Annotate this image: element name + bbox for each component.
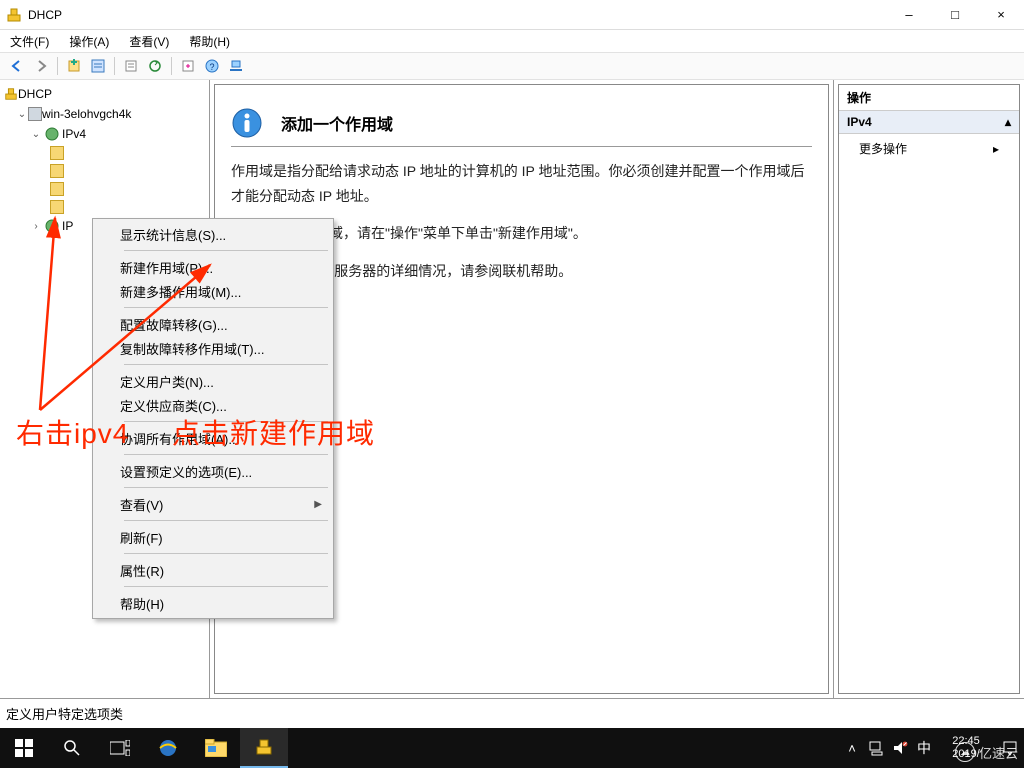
window-title: DHCP bbox=[28, 8, 62, 22]
actions-more[interactable]: 更多操作 ▸ bbox=[839, 134, 1019, 163]
cm-properties[interactable]: 属性(R) bbox=[96, 558, 330, 582]
titlebar: DHCP – □ × bbox=[0, 0, 1024, 30]
tree-leaf[interactable] bbox=[50, 198, 207, 216]
taskview-button[interactable] bbox=[96, 728, 144, 768]
tree-leaf[interactable] bbox=[50, 162, 207, 180]
folder-icon bbox=[50, 164, 64, 178]
tray-network[interactable] bbox=[864, 728, 888, 768]
cm-help[interactable]: 帮助(H) bbox=[96, 591, 330, 615]
export-button[interactable] bbox=[177, 55, 199, 77]
search-button[interactable] bbox=[48, 728, 96, 768]
tree-ipv4[interactable]: ⌄ IPv4 bbox=[2, 124, 207, 144]
content-p1: 作用域是指分配给请求动态 IP 地址的计算机的 IP 地址范围。你必须创建并配置… bbox=[231, 159, 812, 209]
refresh-button[interactable] bbox=[144, 55, 166, 77]
annotation-text-1: 右击ipv4 bbox=[16, 412, 129, 452]
toolbar: ? bbox=[0, 52, 1024, 80]
statusbar-text: 定义用户特定选项类 bbox=[6, 704, 123, 723]
forward-button[interactable] bbox=[30, 55, 52, 77]
annotation-text-2: 点击新建作用域 bbox=[172, 412, 375, 452]
info-icon bbox=[231, 107, 263, 139]
tree-ipv6-label: IP bbox=[62, 219, 73, 233]
network-button[interactable] bbox=[225, 55, 247, 77]
close-button[interactable]: × bbox=[978, 0, 1024, 30]
minimize-button[interactable]: – bbox=[886, 0, 932, 30]
windows-icon bbox=[15, 739, 33, 757]
explorer-icon bbox=[205, 739, 227, 757]
menu-view[interactable]: 查看(V) bbox=[125, 31, 173, 52]
cm-define-user-class[interactable]: 定义用户类(N)... bbox=[96, 369, 330, 393]
dhcp-icon bbox=[254, 737, 274, 757]
list-button[interactable] bbox=[87, 55, 109, 77]
tree-root[interactable]: DHCP bbox=[2, 84, 207, 104]
tree-server-label: win-3elohvgch4k bbox=[42, 107, 131, 121]
menu-help[interactable]: 帮助(H) bbox=[185, 31, 234, 52]
ipv6-icon bbox=[45, 219, 59, 233]
actions-pane-header[interactable]: IPv4 ▴ bbox=[839, 111, 1019, 134]
cm-new-multicast-scope[interactable]: 新建多播作用域(M)... bbox=[96, 279, 330, 303]
tree-root-label: DHCP bbox=[18, 87, 52, 101]
menu-action[interactable]: 操作(A) bbox=[65, 31, 113, 52]
body: DHCP ⌄ win-3elohvgch4k ⌄ IPv4 › IP bbox=[0, 80, 1024, 698]
cloud-icon: ☁ bbox=[955, 742, 975, 762]
tree-ipv4-children bbox=[2, 144, 207, 216]
folder-icon bbox=[50, 146, 64, 160]
tray-volume[interactable] bbox=[888, 728, 912, 768]
menubar: 文件(F) 操作(A) 查看(V) 帮助(H) bbox=[0, 30, 1024, 52]
dhcp-icon bbox=[6, 7, 22, 23]
ie-icon bbox=[157, 737, 179, 759]
search-icon bbox=[63, 739, 81, 757]
actions-pane: 操作 IPv4 ▴ 更多操作 ▸ bbox=[834, 80, 1024, 698]
folder-icon bbox=[50, 182, 64, 196]
cm-show-stats[interactable]: 显示统计信息(S)... bbox=[96, 222, 330, 246]
folder-icon bbox=[50, 200, 64, 214]
cm-configure-failover[interactable]: 配置故障转移(G)... bbox=[96, 312, 330, 336]
start-button[interactable] bbox=[0, 728, 48, 768]
watermark-text: 亿速云 bbox=[979, 743, 1018, 762]
statusbar: 定义用户特定选项类 bbox=[0, 698, 1024, 728]
tray-ime[interactable]: 中 bbox=[912, 728, 936, 768]
properties-button[interactable] bbox=[120, 55, 142, 77]
toggle-icon[interactable]: ⌄ bbox=[16, 109, 28, 120]
actions-header-label: IPv4 bbox=[847, 115, 872, 129]
task-ie[interactable] bbox=[144, 728, 192, 768]
toggle-icon[interactable]: ⌄ bbox=[30, 129, 42, 140]
content-title: 添加一个作用域 bbox=[281, 111, 393, 135]
actions-more-label: 更多操作 bbox=[859, 140, 907, 157]
collapse-icon[interactable]: ▴ bbox=[1005, 115, 1011, 129]
tree-leaf[interactable] bbox=[50, 180, 207, 198]
ipv4-icon bbox=[45, 127, 59, 141]
cm-refresh[interactable]: 刷新(F) bbox=[96, 525, 330, 549]
cm-new-scope[interactable]: 新建作用域(P)... bbox=[96, 255, 330, 279]
cm-replicate-failover[interactable]: 复制故障转移作用域(T)... bbox=[96, 336, 330, 360]
cm-predefined-options[interactable]: 设置预定义的选项(E)... bbox=[96, 459, 330, 483]
tree-ipv4-label: IPv4 bbox=[62, 127, 86, 141]
task-explorer[interactable] bbox=[192, 728, 240, 768]
watermark: ☁ 亿速云 bbox=[955, 742, 1018, 762]
add-button[interactable] bbox=[63, 55, 85, 77]
tree-leaf[interactable] bbox=[50, 144, 207, 162]
help-button[interactable]: ? bbox=[201, 55, 223, 77]
taskbar: ˄ 中 22:45 2019/ ☁ 亿速云 bbox=[0, 728, 1024, 768]
actions-pane-title: 操作 bbox=[839, 85, 1019, 111]
taskview-icon bbox=[110, 740, 130, 756]
cm-view[interactable]: 查看(V) bbox=[96, 492, 330, 516]
menu-file[interactable]: 文件(F) bbox=[6, 31, 53, 52]
back-button[interactable] bbox=[6, 55, 28, 77]
svg-text:?: ? bbox=[209, 62, 214, 72]
chevron-right-icon: ▸ bbox=[993, 142, 999, 156]
server-icon bbox=[28, 107, 42, 121]
task-dhcp[interactable] bbox=[240, 728, 288, 768]
tree-server[interactable]: ⌄ win-3elohvgch4k bbox=[2, 104, 207, 124]
tray-up[interactable]: ˄ bbox=[840, 728, 864, 768]
toggle-icon[interactable]: › bbox=[30, 221, 42, 232]
maximize-button[interactable]: □ bbox=[932, 0, 978, 30]
